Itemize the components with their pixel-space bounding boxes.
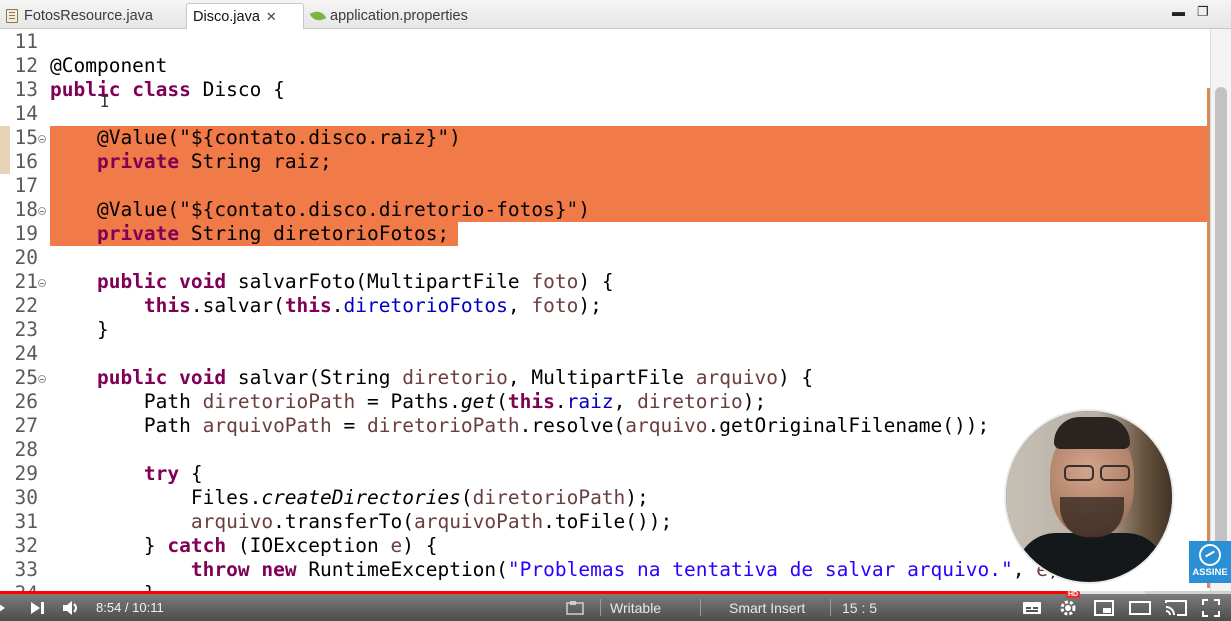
insert-mode-status: Smart Insert <box>729 599 806 616</box>
tab-label: Disco.java <box>193 9 260 25</box>
subtitles-icon[interactable] <box>1022 594 1042 621</box>
line-number: 33 <box>14 558 38 581</box>
line-number: 16 <box>14 150 38 173</box>
volume-icon[interactable] <box>62 594 80 621</box>
line-number: 27 <box>14 414 38 437</box>
code-line[interactable]: 15 @Value("${contato.disco.raiz}") <box>0 126 1210 150</box>
line-number: 28 <box>14 438 38 461</box>
code-line[interactable]: 23 } <box>0 318 1210 342</box>
minimize-icon[interactable]: ▬ <box>1172 4 1185 19</box>
line-number: 26 <box>14 390 38 413</box>
line-number: 14 <box>14 102 38 125</box>
line-number: 30 <box>14 486 38 509</box>
line-number: 23 <box>14 318 38 341</box>
scrollbar-thumb[interactable] <box>1215 87 1227 567</box>
fold-toggle-icon[interactable] <box>38 279 46 287</box>
line-number: 19 <box>14 222 38 245</box>
tab-label: FotosResource.java <box>24 8 153 24</box>
code-text: public void salvar(String diretorio, Mul… <box>96 366 814 389</box>
code-text: private String diretorioFotos; <box>96 222 450 245</box>
code-line[interactable]: 17 <box>0 174 1210 198</box>
line-number: 15 <box>14 126 38 149</box>
code-line[interactable]: 24 <box>0 342 1210 366</box>
line-number: 29 <box>14 462 38 485</box>
code-text: @Value("${contato.disco.diretorio-fotos}… <box>50 198 591 221</box>
java-file-icon <box>6 9 18 23</box>
spring-leaf-icon <box>309 8 327 24</box>
code-line[interactable]: 21 public void salvarFoto(MultipartFile … <box>0 270 1210 294</box>
status-icon <box>566 594 584 621</box>
code-text: private String raiz; <box>96 150 332 173</box>
line-number: 24 <box>14 342 38 365</box>
tab-disco[interactable]: Disco.java ✕ <box>186 3 304 30</box>
close-icon[interactable]: ✕ <box>266 9 277 25</box>
video-time: 8:54 / 10:11 <box>96 600 164 615</box>
line-number: 20 <box>14 246 38 269</box>
fold-toggle-icon[interactable] <box>38 207 46 215</box>
restore-icon[interactable]: ❐ <box>1197 4 1209 20</box>
code-line[interactable]: 22 this.salvar(this.diretorioFotos, foto… <box>0 294 1210 318</box>
vertical-scrollbar[interactable] <box>1210 29 1231 592</box>
hd-badge: HD <box>1066 591 1081 598</box>
theater-icon[interactable] <box>1129 594 1151 621</box>
code-text: @Component <box>50 54 168 77</box>
line-number: 17 <box>14 174 38 197</box>
tab-label: application.properties <box>330 8 468 24</box>
code-text: arquivo.transferTo(arquivoPath.toFile())… <box>190 510 673 533</box>
cast-icon[interactable] <box>1165 594 1187 621</box>
fullscreen-icon[interactable] <box>1202 594 1220 621</box>
code-line[interactable]: 25 public void salvar(String diretorio, … <box>0 366 1210 390</box>
code-text: this.salvar(this.diretorioFotos, foto); <box>143 294 602 317</box>
code-text: public class Disco { <box>50 78 285 101</box>
presenter-webcam <box>1004 409 1174 584</box>
subscribe-label: ASSINE <box>1192 567 1228 578</box>
line-number: 12 <box>14 54 38 77</box>
code-line[interactable]: 19 private String diretorioFotos; <box>0 222 1210 246</box>
line-number: 25 <box>14 366 38 389</box>
editor-tab-bar: FotosResource.java Disco.java ✕ applicat… <box>0 0 1231 30</box>
code-line[interactable]: 11 <box>0 30 1210 54</box>
code-line[interactable]: 16 private String raiz; <box>0 150 1210 174</box>
next-icon[interactable] <box>30 594 46 621</box>
cursor-position-status: 15 : 5 <box>842 599 878 616</box>
line-number: 32 <box>14 534 38 557</box>
code-text: public void salvarFoto(MultipartFile fot… <box>96 270 614 293</box>
code-text: Path diretorioPath = Paths.get(this.raiz… <box>50 390 767 413</box>
code-text: throw new RuntimeException("Problemas na… <box>190 558 1072 581</box>
code-text: try { <box>143 462 203 485</box>
writable-status: Writable <box>610 599 662 616</box>
code-line[interactable]: 20 <box>0 246 1210 270</box>
code-text: Path arquivoPath = diretorioPath.resolve… <box>50 414 990 437</box>
line-number: 18 <box>14 198 38 221</box>
line-number: 22 <box>14 294 38 317</box>
settings-icon[interactable]: HD <box>1058 591 1081 621</box>
selection-highlight <box>50 174 1210 198</box>
fold-toggle-icon[interactable] <box>38 135 46 143</box>
line-number: 31 <box>14 510 38 533</box>
tab-application-properties[interactable]: application.properties <box>305 3 505 29</box>
code-text: Files.createDirectories(diretorioPath); <box>50 486 649 509</box>
code-text: } catch (IOException e) { <box>50 534 438 557</box>
text-cursor-icon: I <box>100 92 110 111</box>
tab-fotosresource[interactable]: FotosResource.java <box>0 3 186 29</box>
code-line[interactable]: 13 public class Disco { <box>0 78 1210 102</box>
code-line[interactable]: 12 @Component <box>0 54 1210 78</box>
miniplayer-icon[interactable] <box>1094 594 1114 621</box>
fold-toggle-icon[interactable] <box>38 375 46 383</box>
prev-icon[interactable] <box>0 594 8 621</box>
line-number: 21 <box>14 270 38 293</box>
code-line[interactable]: 14 <box>0 102 1210 126</box>
line-number: 13 <box>14 78 38 101</box>
subscribe-icon <box>1199 544 1221 566</box>
subscribe-watermark[interactable]: ASSINE <box>1189 541 1231 583</box>
line-number: 11 <box>14 30 38 53</box>
code-text: } <box>50 318 109 341</box>
player-controls: 8:54 / 10:11 Writable Smart Insert 15 : … <box>0 591 1231 621</box>
code-text: @Value("${contato.disco.raiz}") <box>50 126 461 149</box>
code-line[interactable]: 18 @Value("${contato.disco.diretorio-fot… <box>0 198 1210 222</box>
